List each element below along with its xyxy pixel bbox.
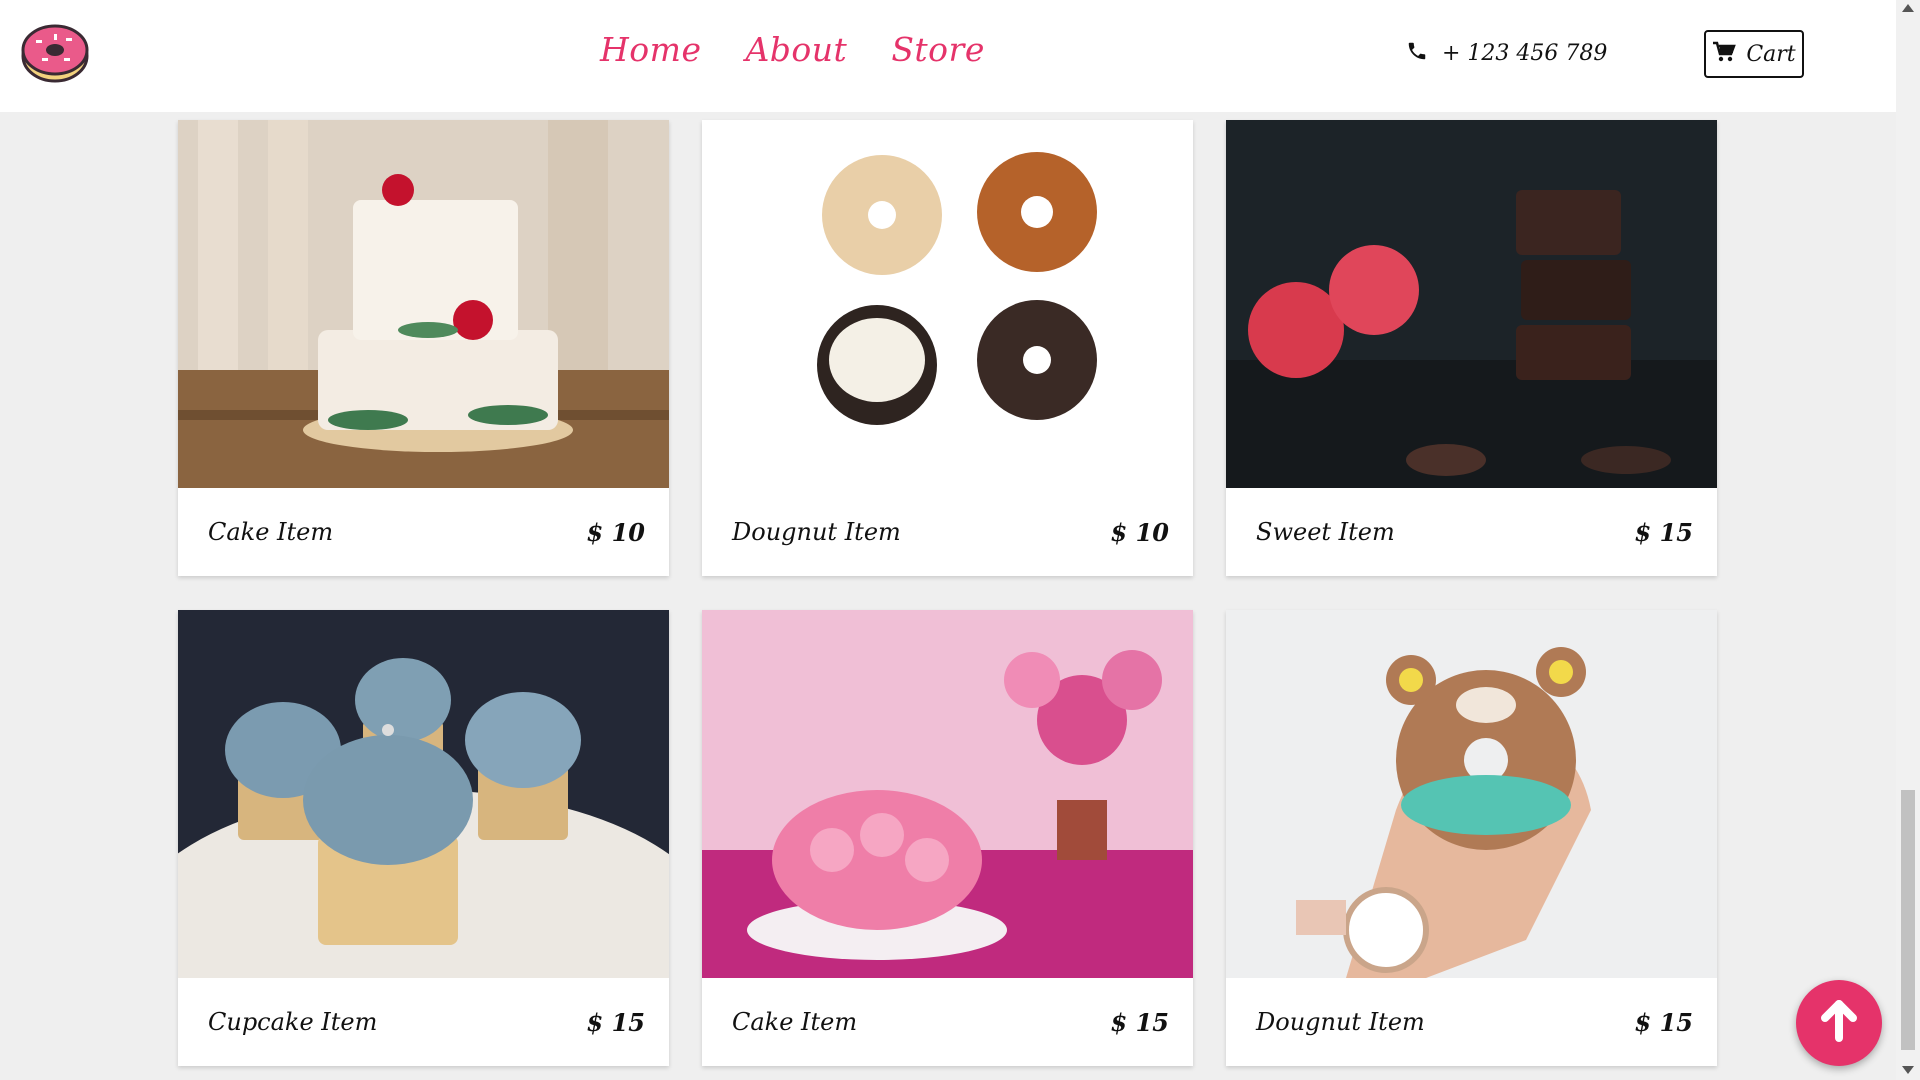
product-image-cake [178,120,669,488]
nav-link-store[interactable]: Store [891,30,985,69]
product-price: $ 15 [1634,1007,1693,1037]
scroll-up-icon[interactable] [1902,4,1914,12]
product-image-sweets [1226,120,1717,488]
phone-number: + 123 456 789 [1442,40,1608,66]
product-image-bear-doughnut [1226,610,1717,978]
product-image-pink-cake [702,610,1193,978]
nav-links: Home About Store [600,30,985,69]
cart-button[interactable]: Cart [1704,30,1804,78]
product-card[interactable]: Cupcake Item $ 15 [178,610,669,1066]
scroll-down-icon[interactable] [1902,1066,1914,1074]
product-image-doughnuts [702,120,1193,488]
product-card[interactable]: Dougnut Item $ 10 [702,120,1193,576]
product-price: $ 15 [586,1007,645,1037]
cart-icon [1712,41,1737,67]
product-price: $ 15 [1110,1007,1169,1037]
nav-link-home[interactable]: Home [600,30,701,69]
product-name: Dougnut Item [1256,1008,1425,1036]
page-scrollbar[interactable] [1896,0,1920,1080]
phone-icon [1406,40,1428,66]
phone-contact: + 123 456 789 [1406,40,1607,66]
product-name: Dougnut Item [732,518,901,546]
product-name: Cupcake Item [208,1008,378,1036]
nav-link-about[interactable]: About [745,30,847,69]
product-price: $ 10 [1110,517,1169,547]
back-to-top-button[interactable] [1796,980,1882,1066]
product-card[interactable]: Cake Item $ 10 [178,120,669,576]
navbar: Home About Store + 123 456 789 Cart [0,0,1896,112]
donut-logo-icon[interactable] [20,22,90,84]
product-card[interactable]: Sweet Item $ 15 [1226,120,1717,576]
product-price: $ 15 [1634,517,1693,547]
product-grid: Cake Item $ 10 Dougnut Item $ 10 Sweet I… [0,0,1896,1080]
product-image-cupcakes [178,610,669,978]
scroll-thumb[interactable] [1901,790,1915,1050]
arrow-up-icon [1816,998,1862,1048]
product-price: $ 10 [586,517,645,547]
product-card[interactable]: Dougnut Item $ 15 [1226,610,1717,1066]
product-name: Sweet Item [1256,518,1395,546]
product-name: Cake Item [732,1008,858,1036]
product-name: Cake Item [208,518,334,546]
product-card[interactable]: Cake Item $ 15 [702,610,1193,1066]
cart-label: Cart [1746,41,1796,67]
